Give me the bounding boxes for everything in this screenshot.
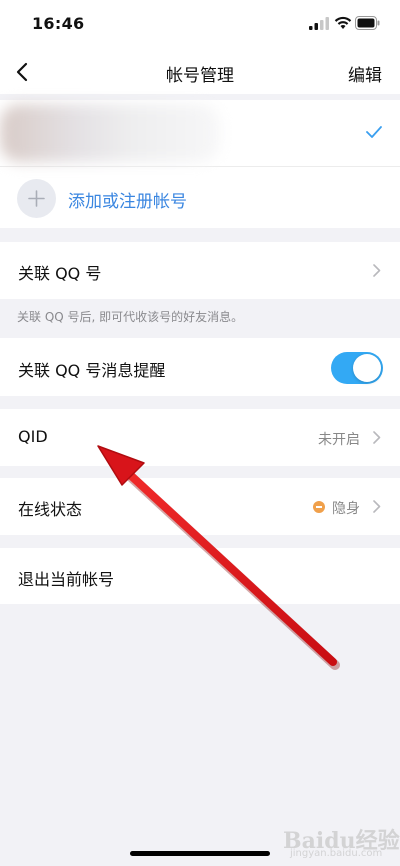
logout-row[interactable]: 退出当前帐号: [0, 548, 400, 604]
status-bar: 16:46: [0, 0, 400, 50]
online-status-label: 在线状态: [18, 500, 83, 519]
chevron-right-icon: [373, 264, 381, 277]
battery-icon: [355, 16, 380, 30]
online-status-value: 隐身: [332, 501, 360, 517]
link-qq-hint: 关联 QQ 号后, 即可代收该号的好友消息。: [17, 310, 244, 324]
online-status-row[interactable]: 在线状态 隐身: [0, 478, 400, 535]
account-avatar-blurred: [0, 104, 220, 162]
nav-bar: 帐号管理 编辑: [0, 50, 400, 94]
home-indicator: [130, 851, 270, 856]
invisible-status-icon: [313, 501, 325, 513]
link-qq-notify-row: 关联 QQ 号消息提醒: [0, 338, 400, 396]
wifi-icon: [334, 16, 352, 29]
edit-button[interactable]: 编辑: [348, 61, 382, 86]
qid-label: QID: [18, 427, 48, 446]
add-account-label: 添加或注册帐号: [68, 192, 187, 212]
qid-row[interactable]: QID 未开启: [0, 409, 400, 466]
link-qq-label: 关联 QQ 号: [18, 264, 102, 283]
chevron-right-icon: [373, 431, 381, 444]
link-qq-notify-label: 关联 QQ 号消息提醒: [18, 361, 166, 380]
link-qq-notify-toggle[interactable]: [331, 352, 383, 384]
cellular-signal-icon: [309, 17, 329, 30]
chevron-right-icon: [373, 500, 381, 513]
account-card: 添加或注册帐号: [0, 100, 400, 228]
link-qq-row[interactable]: 关联 QQ 号: [0, 242, 400, 299]
checkmark-icon: [366, 126, 382, 138]
status-time: 16:46: [32, 14, 85, 33]
page-title: 帐号管理: [166, 66, 234, 86]
qid-value: 未开启: [318, 432, 360, 448]
add-account-row[interactable]: 添加或注册帐号: [0, 166, 400, 228]
plus-icon: [28, 190, 45, 207]
watermark-url: jingyan.baidu.com: [290, 848, 383, 859]
logout-label: 退出当前帐号: [18, 570, 115, 589]
add-circle: [17, 179, 56, 218]
current-account-row[interactable]: [0, 100, 400, 167]
toggle-knob: [353, 354, 381, 382]
